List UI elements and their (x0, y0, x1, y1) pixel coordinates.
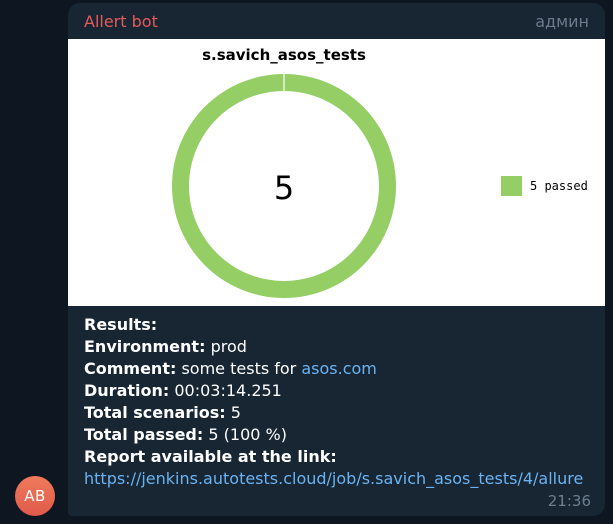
report-link[interactable]: https://jenkins.autotests.cloud/job/s.sa… (84, 469, 583, 488)
comment-link[interactable]: asos.com (301, 359, 377, 378)
report-text: Results: Environment: prod Comment: some… (84, 314, 595, 490)
message-bubble: Allert bot админ s.savich_asos_tests 5 5… (68, 3, 605, 516)
comment-label: Comment: (84, 359, 177, 378)
total-scenarios-value: 5 (230, 403, 241, 422)
avatar[interactable]: AB (15, 476, 55, 516)
total-passed-value: 5 (100 %) (208, 425, 287, 444)
legend-label: 5 passed (530, 179, 588, 193)
message-time: 21:36 (547, 492, 591, 510)
total-scenarios-label: Total scenarios: (84, 403, 226, 422)
chart-image[interactable]: s.savich_asos_tests 5 5 passed (68, 39, 605, 306)
donut-chart: s.savich_asos_tests 5 5 passed (172, 46, 588, 298)
sender-role: админ (535, 12, 589, 31)
report-link-label: Report available at the link: (84, 447, 337, 466)
results-heading: Results: (84, 315, 158, 334)
sender-name[interactable]: Allert bot (84, 12, 158, 31)
chart-center-label: 5 (274, 169, 294, 207)
comment-text: some tests for (181, 359, 297, 378)
legend-swatch (501, 176, 522, 196)
duration-label: Duration: (84, 381, 170, 400)
chart-title: s.savich_asos_tests (202, 46, 366, 64)
chart-legend: 5 passed (501, 176, 588, 196)
environment-label: Environment: (84, 337, 206, 356)
total-passed-label: Total passed: (84, 425, 204, 444)
duration-value: 00:03:14.251 (174, 381, 282, 400)
environment-value: prod (210, 337, 247, 356)
